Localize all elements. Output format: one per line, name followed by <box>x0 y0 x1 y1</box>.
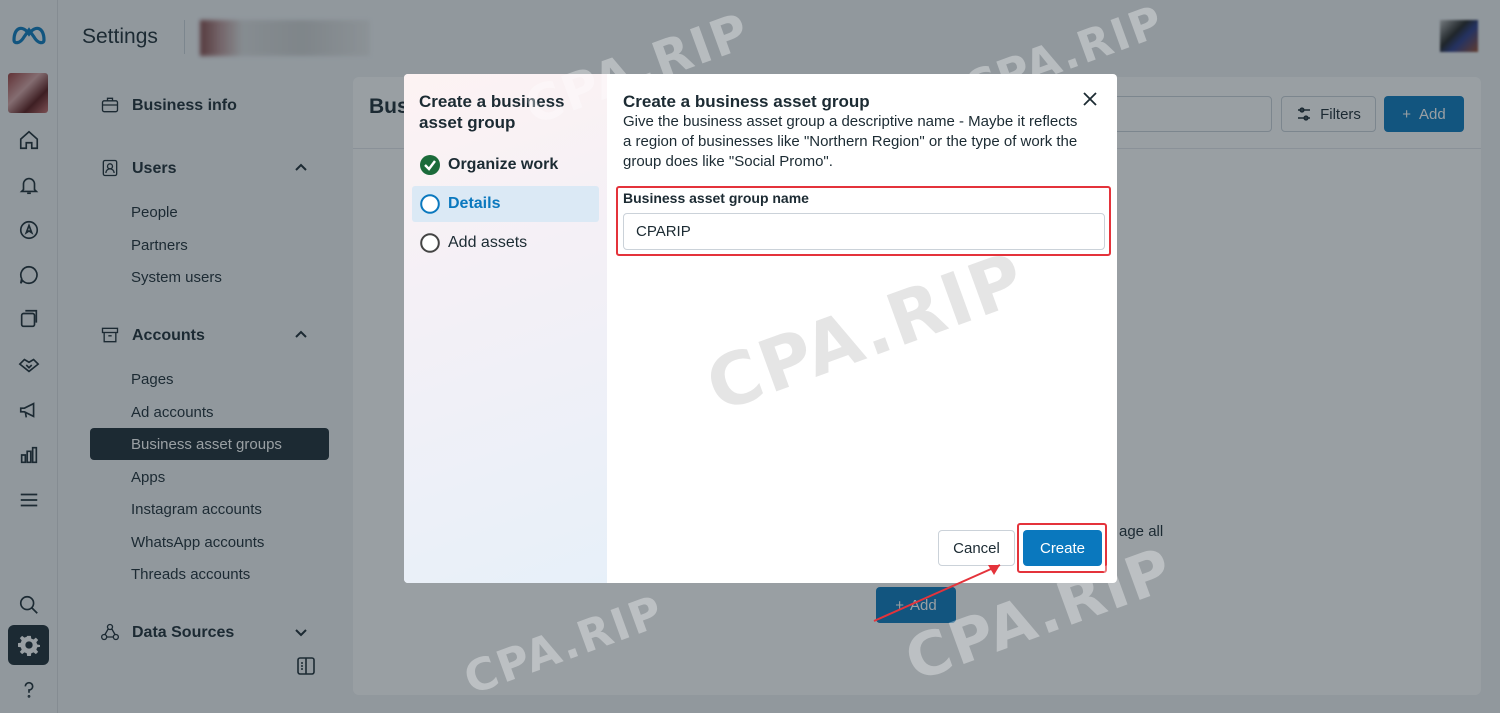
step-details[interactable]: Details <box>412 186 599 222</box>
create-button[interactable]: Create <box>1023 530 1102 566</box>
name-field-label: Business asset group name <box>623 190 809 206</box>
step-label: Organize work <box>448 156 559 173</box>
dialog-description: Give the business asset group a descript… <box>623 113 1078 170</box>
step-add-assets[interactable]: Add assets <box>412 225 599 261</box>
step-label: Add assets <box>448 234 528 251</box>
business-asset-group-name-input[interactable] <box>623 213 1105 250</box>
wizard-title: Create a business asset group <box>419 92 565 132</box>
step-label: Details <box>448 195 501 212</box>
wizard-steps-panel: Create a business asset group Organize w… <box>404 74 607 583</box>
annotation-arrow <box>873 564 1001 622</box>
pending-step-circle-icon <box>420 233 440 253</box>
current-step-circle-icon <box>420 194 440 214</box>
step-organize-work[interactable]: Organize work <box>412 147 599 183</box>
create-business-asset-group-dialog: Create a business asset group Organize w… <box>404 74 1117 583</box>
check-circle-icon <box>420 155 440 175</box>
dialog-title: Create a business asset group <box>623 92 870 111</box>
dialog-content: Create a business asset group Give the b… <box>607 74 1117 583</box>
close-icon[interactable] <box>1082 91 1102 111</box>
